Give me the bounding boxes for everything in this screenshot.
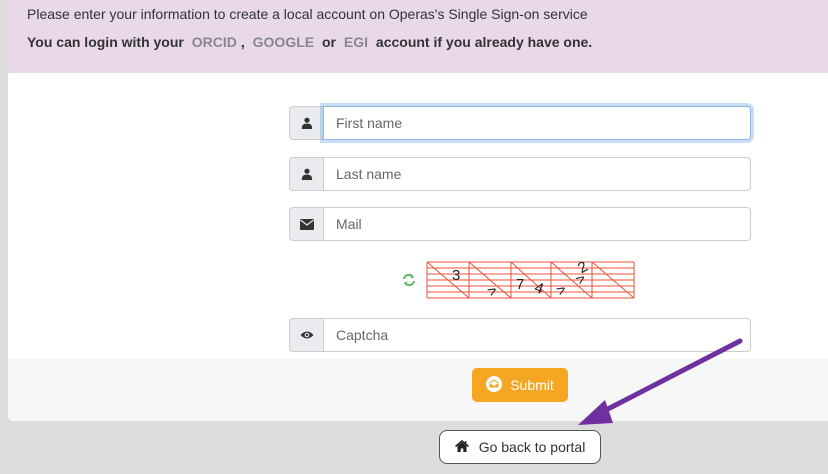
refresh-icon[interactable] (402, 273, 416, 292)
last-name-group (289, 157, 751, 191)
form-footer (8, 359, 828, 421)
svg-text:7: 7 (516, 276, 524, 293)
mail-group (289, 207, 751, 241)
last-name-input[interactable] (323, 157, 751, 191)
submit-button[interactable]: Submit (472, 368, 568, 402)
first-name-input[interactable] (323, 106, 751, 140)
login-options-text: You can login with your ORCID, GOOGLE or… (27, 34, 592, 50)
google-link[interactable]: GOOGLE (253, 34, 314, 50)
submit-label: Submit (510, 377, 554, 393)
envelope-icon (289, 207, 323, 241)
captcha-group (289, 318, 751, 352)
user-icon (289, 157, 323, 191)
home-icon (454, 439, 469, 455)
user-icon (289, 106, 323, 140)
orcid-link[interactable]: ORCID (192, 34, 237, 50)
captcha-image: 3 > 7 4 > 2 > (425, 258, 636, 302)
captcha-input[interactable] (323, 318, 751, 352)
eye-icon (289, 318, 323, 352)
info-text: Please enter your information to create … (27, 6, 588, 22)
back-label: Go back to portal (478, 439, 586, 455)
mail-input[interactable] (323, 207, 751, 241)
envelope-open-icon (486, 375, 503, 395)
egi-link[interactable]: EGI (344, 34, 368, 50)
login-options-suffix: account if you already have one. (375, 34, 593, 50)
info-banner: Please enter your information to create … (8, 0, 828, 73)
go-back-to-portal-button[interactable]: Go back to portal (439, 430, 601, 464)
or-text: or (322, 34, 336, 50)
separator-comma: , (240, 34, 245, 50)
login-options-prefix: You can login with your (27, 34, 184, 50)
svg-text:3: 3 (452, 267, 460, 284)
first-name-group (289, 106, 751, 140)
